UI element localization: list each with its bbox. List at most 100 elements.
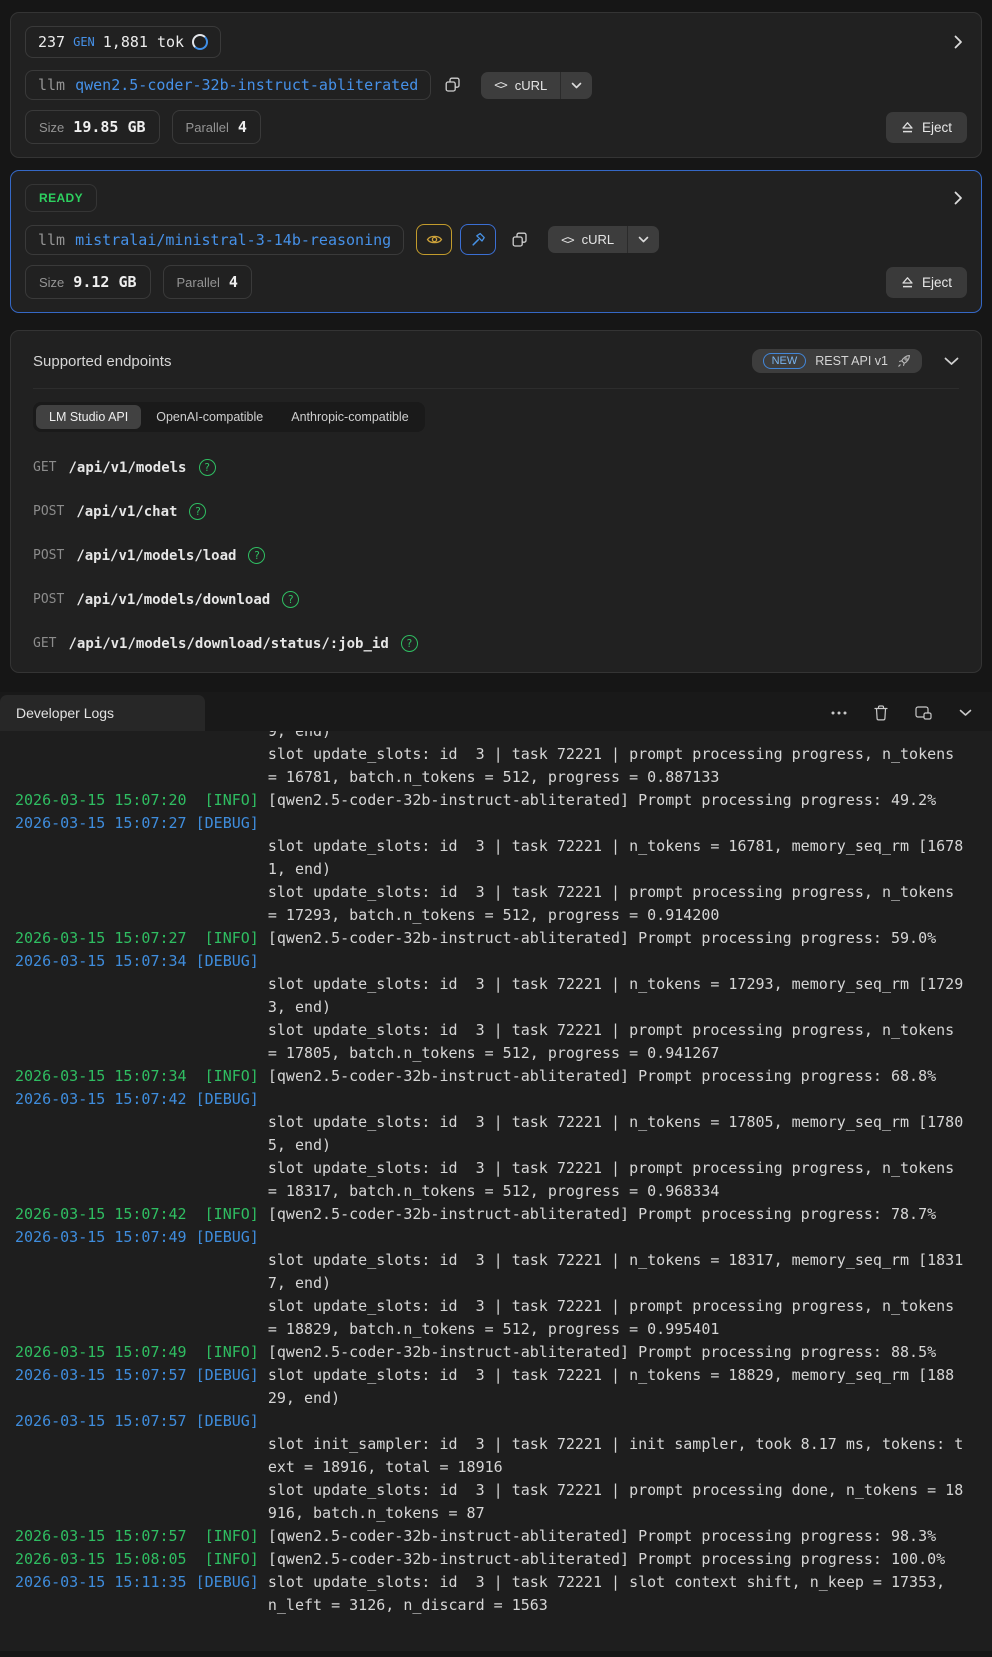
curl-button[interactable]: <> cURL: [481, 72, 592, 99]
curl-dropdown-button[interactable]: [627, 226, 659, 253]
log-line: 1, end): [15, 858, 992, 881]
eject-button[interactable]: Eject: [886, 267, 967, 298]
model-type-label: llm: [38, 76, 65, 94]
log-line: slot update_slots: id 3 | task 72221 | p…: [15, 1479, 992, 1502]
log-line: = 16781, batch.n_tokens = 512, progress …: [15, 766, 992, 789]
eject-label: Eject: [922, 275, 952, 290]
log-message: [qwen2.5-coder-32b-instruct-abliterated]…: [268, 791, 936, 809]
log-line: 2026-03-15 15:07:49 [INFO][qwen2.5-coder…: [15, 1341, 992, 1364]
curl-dropdown-button[interactable]: [560, 72, 592, 99]
log-line: = 18317, batch.n_tokens = 512, progress …: [15, 1180, 992, 1203]
endpoint-method: GET: [33, 636, 56, 651]
log-line: 2026-03-15 15:07:57 [DEBUG]slot update_s…: [15, 1364, 992, 1387]
log-line: 29, end): [15, 1387, 992, 1410]
log-message: = 18829, batch.n_tokens = 512, progress …: [268, 1320, 720, 1338]
model-name: qwen2.5-coder-32b-instruct-abliterated: [75, 76, 418, 94]
eject-icon: [901, 276, 914, 289]
endpoint-row: GET/api/v1/models/download/status/:job_i…: [33, 635, 959, 652]
log-line: slot update_slots: id 3 | task 72221 | n…: [15, 835, 992, 858]
chevron-down-icon: [571, 82, 582, 89]
log-line: slot update_slots: id 3 | task 72221 | p…: [15, 743, 992, 766]
log-line: 2026-03-15 15:07:42 [DEBUG]: [15, 1088, 992, 1111]
log-timestamp-info: 2026-03-15 15:07:42 [INFO]: [15, 1203, 268, 1226]
model-identifier[interactable]: llm qwen2.5-coder-32b-instruct-abliterat…: [25, 70, 431, 100]
help-icon[interactable]: ?: [199, 459, 216, 476]
log-message: slot update_slots: id 3 | task 72221 | p…: [268, 1481, 963, 1499]
log-line: ext = 18916, total = 18916: [15, 1456, 992, 1479]
chevron-right-icon[interactable]: [950, 31, 967, 53]
log-line: 2026-03-15 15:07:27 [DEBUG]: [15, 812, 992, 835]
log-timestamp-info: 2026-03-15 15:07:34 [INFO]: [15, 1065, 268, 1088]
log-message: 5, end): [268, 1136, 331, 1154]
log-message: slot update_slots: id 3 | task 72221 | p…: [268, 883, 954, 901]
log-line: = 17805, batch.n_tokens = 512, progress …: [15, 1042, 992, 1065]
parallel-value: 4: [229, 273, 238, 291]
log-line: 2026-03-15 15:07:57 [INFO][qwen2.5-coder…: [15, 1525, 992, 1548]
help-icon[interactable]: ?: [248, 547, 265, 564]
rest-api-badge[interactable]: NEW REST API v1: [752, 349, 922, 373]
log-timestamp-debug: 2026-03-15 15:11:35 [DEBUG]: [15, 1571, 268, 1594]
log-timestamp-debug: 2026-03-15 15:07:34 [DEBUG]: [15, 950, 268, 973]
endpoints-list: GET/api/v1/models?POST/api/v1/chat?POST/…: [33, 459, 959, 652]
vision-capability-button[interactable]: [416, 224, 452, 255]
endpoint-path: /api/v1/models/download/status/:job_id: [68, 636, 388, 652]
log-timestamp-debug: 2026-03-15 15:07:57 [DEBUG]: [15, 1410, 268, 1433]
clear-logs-button[interactable]: [874, 705, 888, 721]
log-line: 2026-03-15 15:07:27 [INFO][qwen2.5-coder…: [15, 927, 992, 950]
log-message: = 16781, batch.n_tokens = 512, progress …: [268, 768, 720, 786]
supported-endpoints-card: Supported endpoints NEW REST API v1 LM S…: [10, 330, 982, 673]
log-message: n_left = 3126, n_discard = 1563: [268, 1596, 548, 1614]
endpoint-row: POST/api/v1/models/download?: [33, 591, 959, 608]
model-identifier[interactable]: llm mistralai/ministral-3-14b-reasoning: [25, 225, 404, 255]
model-card-ministral: READY llm mistralai/ministral-3-14b-reas…: [10, 170, 982, 313]
chevron-down-icon: [959, 709, 972, 717]
collapse-endpoints-button[interactable]: [944, 357, 959, 366]
endpoints-title: Supported endpoints: [33, 353, 171, 370]
developer-logs-section: Developer Logs 9, end)slot update_slots:…: [0, 692, 992, 1651]
tab-openai-compatible[interactable]: OpenAI-compatible: [143, 405, 276, 429]
log-line: 7, end): [15, 1272, 992, 1295]
chevron-down-icon: [638, 236, 649, 243]
log-message: 3, end): [268, 998, 331, 1016]
log-message: slot update_slots: id 3 | task 72221 | n…: [268, 1366, 954, 1384]
tab-lm-studio-api[interactable]: LM Studio API: [36, 405, 141, 429]
eject-icon: [901, 121, 914, 134]
eject-button[interactable]: Eject: [886, 112, 967, 143]
code-icon: <>: [494, 78, 506, 92]
log-line: slot update_slots: id 3 | task 72221 | p…: [15, 1295, 992, 1318]
curl-button[interactable]: <> cURL: [548, 226, 659, 253]
log-timestamp-info: 2026-03-15 15:08:05 [INFO]: [15, 1548, 268, 1571]
endpoint-method: POST: [33, 548, 64, 563]
log-message: slot update_slots: id 3 | task 72221 | n…: [268, 975, 963, 993]
pop-out-logs-button[interactable]: [915, 706, 932, 720]
copy-button[interactable]: [508, 228, 532, 252]
help-icon[interactable]: ?: [401, 635, 418, 652]
rocket-icon: [897, 354, 911, 368]
endpoint-method: GET: [33, 460, 56, 475]
log-line: = 18829, batch.n_tokens = 512, progress …: [15, 1318, 992, 1341]
log-line: 3, end): [15, 996, 992, 1019]
help-icon[interactable]: ?: [189, 503, 206, 520]
endpoints-tabs: LM Studio APIOpenAI-compatibleAnthropic-…: [33, 402, 425, 432]
log-line: 916, batch.n_tokens = 87: [15, 1502, 992, 1525]
logs-toolbar: Developer Logs: [0, 692, 992, 731]
tab-developer-logs[interactable]: Developer Logs: [0, 695, 205, 731]
gen-label: GEN: [73, 35, 95, 49]
log-message: 7, end): [268, 1274, 331, 1292]
generation-stats-badge[interactable]: 237 GEN 1,881 tok: [25, 26, 221, 58]
log-output[interactable]: 9, end)slot update_slots: id 3 | task 72…: [0, 731, 992, 1651]
endpoint-method: POST: [33, 504, 64, 519]
tool-use-capability-button[interactable]: [460, 224, 496, 255]
collapse-logs-button[interactable]: [959, 709, 972, 717]
log-line: 2026-03-15 15:07:57 [DEBUG]: [15, 1410, 992, 1433]
log-message: 916, batch.n_tokens = 87: [268, 1504, 485, 1522]
log-line: slot update_slots: id 3 | task 72221 | n…: [15, 1249, 992, 1272]
size-value: 9.12 GB: [73, 273, 136, 291]
more-options-button[interactable]: [831, 711, 847, 715]
curl-label: cURL: [515, 78, 548, 93]
chevron-right-icon[interactable]: [950, 187, 967, 209]
copy-button[interactable]: [441, 73, 465, 97]
help-icon[interactable]: ?: [282, 591, 299, 608]
log-line: 2026-03-15 15:07:20 [INFO][qwen2.5-coder…: [15, 789, 992, 812]
tab-anthropic-compatible[interactable]: Anthropic-compatible: [278, 405, 421, 429]
